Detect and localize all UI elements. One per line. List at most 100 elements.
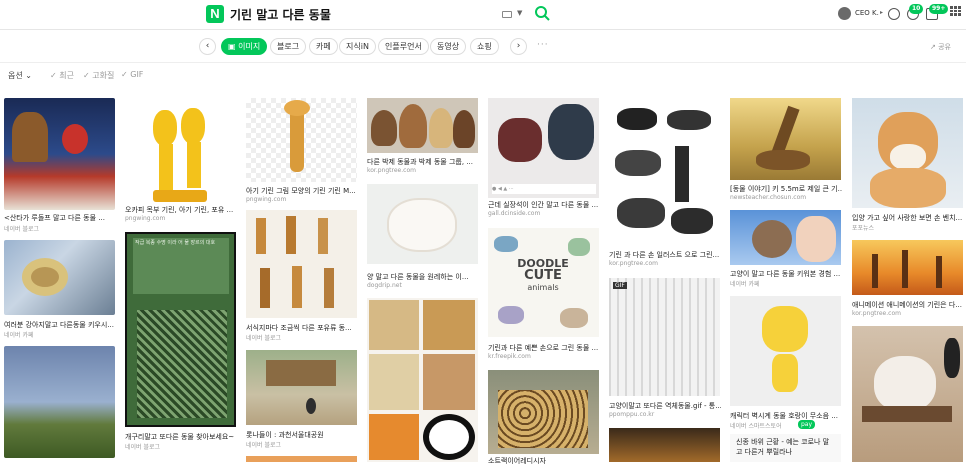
result-caption[interactable]: 다른 박제 동물과 박제 동물 그룹, ...: [367, 157, 479, 167]
search-icon[interactable]: [534, 5, 550, 23]
image-result[interactable]: [4, 240, 115, 315]
result-caption[interactable]: 애니메이션 애니메이션의 기린은 다...: [852, 300, 964, 310]
image-result[interactable]: [609, 428, 720, 462]
result-caption[interactable]: 기린 과 다른 손 일러스트 으로 그린...: [609, 250, 721, 260]
tabs-prev-button[interactable]: ‹: [199, 38, 216, 55]
result-caption[interactable]: 개구리말고 또다른 동물 찾아보세요~: [125, 432, 237, 442]
image-result[interactable]: [609, 98, 720, 244]
tiger-photo: [369, 414, 419, 460]
result-caption[interactable]: 여러분 강아지말고 다른동물 키우시...: [4, 320, 116, 330]
result-caption[interactable]: 양 말고 다른 동물을 원레하는 이...: [367, 272, 479, 282]
naver-logo[interactable]: N: [206, 5, 224, 23]
animal-photo: [423, 354, 475, 410]
image-result[interactable]: [4, 98, 115, 210]
filter-recent[interactable]: ✓ 최근: [50, 70, 74, 81]
result-source[interactable]: 네이버 블로그: [4, 224, 39, 233]
image-result[interactable]: [730, 210, 841, 265]
image-result[interactable]: [367, 98, 478, 153]
result-caption[interactable]: 기린과 다른 예쁜 손으로 그린 동물 ...: [488, 343, 600, 353]
result-source[interactable]: 네이버 블로그: [246, 333, 281, 342]
result-source[interactable]: pngwing.com: [125, 215, 165, 222]
result-caption[interactable]: 소트랙이어레디시자: [488, 456, 600, 466]
filter-gif[interactable]: ✓ GIF: [121, 70, 143, 79]
animal-doodle: [560, 308, 588, 328]
image-result[interactable]: [852, 98, 963, 208]
giraffe-shape: [260, 268, 270, 308]
image-result[interactable]: [246, 456, 357, 462]
more-menu[interactable]: ···: [537, 40, 549, 50]
result-caption[interactable]: 아기 기린 그림 모양의 기린 기린 M...: [246, 186, 358, 196]
result-source[interactable]: kr.freepik.com: [488, 353, 531, 360]
result-source[interactable]: 포포뉴스: [852, 223, 874, 232]
result-caption[interactable]: 고양이말고 또다른 역체동물.gif - 통...: [609, 401, 721, 411]
tab-blog[interactable]: 블로그: [270, 38, 307, 55]
result-source[interactable]: pngwing.com: [246, 196, 286, 203]
result-source[interactable]: 네이버 카페: [4, 330, 34, 339]
result-source[interactable]: 네이버 스마트스토어: [730, 421, 782, 430]
avatar[interactable]: [838, 7, 851, 20]
tab-video[interactable]: 동영상: [430, 38, 467, 55]
keyboard-icon[interactable]: [502, 11, 512, 18]
result-source[interactable]: 네이버 카페: [730, 279, 760, 288]
tab-shopping[interactable]: 쇼핑: [470, 38, 499, 55]
chat-snippet: 작급 복종 수명 이라 어 물 장르의 대호: [133, 238, 229, 294]
result-source[interactable]: 네이버 블로그: [125, 442, 160, 451]
search-query[interactable]: 기린 말고 다른 동물: [230, 6, 331, 23]
filter-hd[interactable]: ✓ 고화질: [83, 70, 114, 81]
image-result[interactable]: ● ◀ ▲ ⋯: [488, 98, 599, 198]
result-caption[interactable]: 캐릭터 벽시계 동물 호랑이 무소음 ...: [730, 411, 842, 421]
result-source[interactable]: ppomppu.co.kr: [609, 411, 654, 418]
result-source[interactable]: kor.pngtree.com: [609, 260, 658, 267]
image-result[interactable]: [852, 240, 963, 295]
image-result[interactable]: [852, 326, 963, 462]
share-button[interactable]: ↗ 공유: [930, 42, 951, 52]
result-caption[interactable]: 롯나들이 : 과천서울대공원: [246, 430, 358, 440]
result-source[interactable]: newsteacher.chosun.com: [730, 194, 806, 201]
result-source[interactable]: kor.pngtree.com: [367, 167, 416, 174]
image-result[interactable]: GIF: [609, 278, 720, 396]
sketch-animal: [671, 208, 713, 234]
option-filter[interactable]: 옵션 ⌄: [8, 70, 32, 81]
result-caption[interactable]: <산타가 루돌프 말고 다른 동물 ...: [4, 213, 116, 223]
result-source[interactable]: gall.dcinside.com: [488, 210, 540, 217]
result-caption[interactable]: [동물 이야기] 키 5.5m로 제일 큰 기...: [730, 184, 842, 194]
tab-cafe[interactable]: 카페: [309, 38, 338, 55]
tab-kin[interactable]: 지식iN: [339, 38, 376, 55]
image-result[interactable]: [246, 210, 357, 318]
plush-shape: [371, 110, 397, 146]
image-result[interactable]: DOODLE CUTE animals: [488, 228, 599, 337]
image-result[interactable]: [125, 98, 236, 210]
animal-doodle: [568, 238, 590, 256]
image-result[interactable]: [730, 98, 841, 180]
result-caption[interactable]: 신종 바위 근황 - 예는 코로나 말고 다른거 뿌릴라나: [730, 434, 841, 462]
result-caption[interactable]: 근데 실장석이 인간 말고 다른 동물 ...: [488, 200, 600, 210]
giraffe-neck: [159, 144, 173, 190]
image-result[interactable]: [367, 298, 478, 462]
image-result[interactable]: [730, 296, 841, 406]
filter-label: 고화질: [92, 71, 115, 80]
giraffe-shape: [286, 216, 296, 254]
result-source[interactable]: dogdrip.net: [367, 282, 402, 289]
image-result[interactable]: 작급 복종 수명 이라 어 물 장르의 대호: [125, 232, 236, 427]
result-source[interactable]: kor.pngtree.com: [852, 310, 901, 317]
result-caption[interactable]: 서식지마다 조금씩 다른 포유류 동...: [246, 323, 358, 333]
image-result[interactable]: [367, 184, 478, 264]
user-name[interactable]: CEO K.: [855, 9, 879, 17]
user-caret-icon[interactable]: ▸: [880, 9, 883, 16]
talk-icon[interactable]: [888, 8, 900, 20]
image-result[interactable]: [488, 370, 599, 454]
chevron-down-icon[interactable]: ▼: [517, 9, 522, 17]
result-caption[interactable]: 입양 가고 싶어 사랑한 보면 손 벤치...: [852, 213, 964, 223]
image-result[interactable]: [246, 98, 357, 182]
result-source[interactable]: 네이버 블로그: [246, 440, 281, 449]
result-caption[interactable]: 오카피 목부 기린, 아기 기린, 포유 ...: [125, 205, 237, 215]
image-result[interactable]: [246, 350, 357, 425]
apps-grid-icon[interactable]: [950, 6, 961, 16]
tab-influencer[interactable]: 인플루언서: [378, 38, 429, 55]
giraffe-silhouette: [936, 256, 942, 288]
doodle-word: animals: [527, 283, 559, 292]
tabs-next-button[interactable]: ›: [510, 38, 527, 55]
result-caption[interactable]: 고양이 말고 다른 동물 키워본 경험 ...: [730, 269, 842, 279]
image-result[interactable]: [4, 346, 115, 458]
tab-images[interactable]: ▣ 이미지: [221, 38, 268, 55]
